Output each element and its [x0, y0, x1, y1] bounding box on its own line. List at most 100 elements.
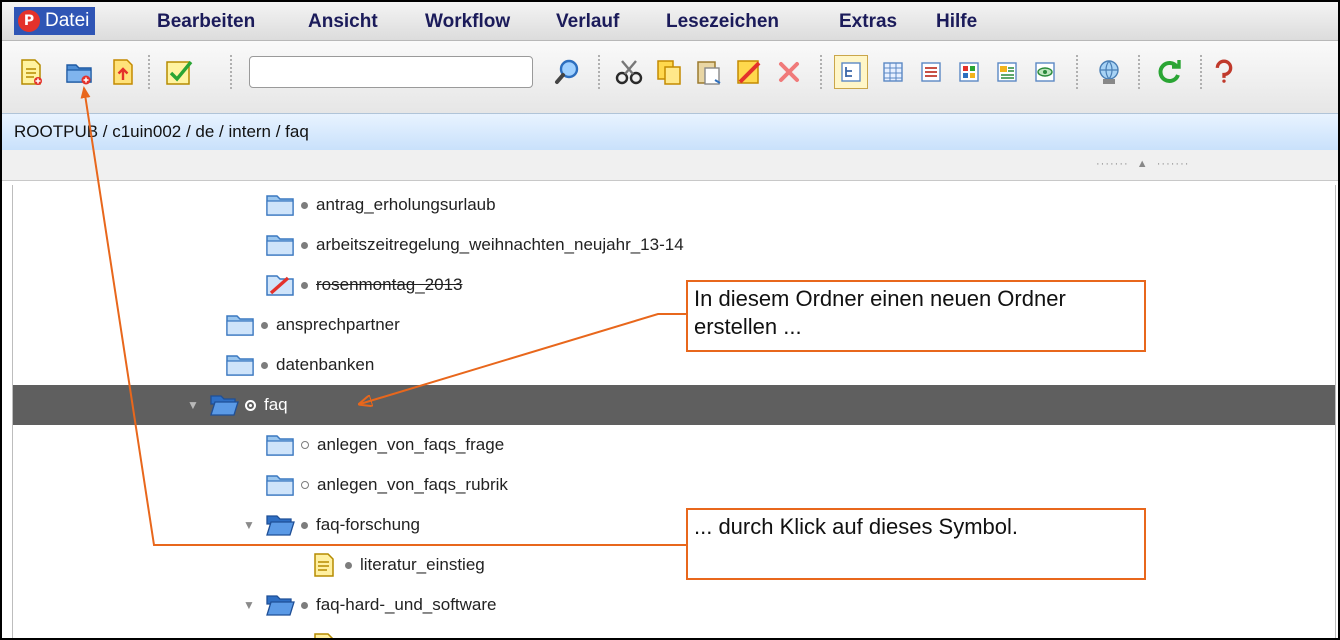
tree-row[interactable]: ▼ faq-hard-_und_software [13, 585, 1335, 625]
help-icon [1215, 59, 1233, 83]
menu-workflow[interactable]: Workflow [425, 10, 510, 34]
toolbar-separator [598, 55, 602, 89]
tree-item-label[interactable]: ansprechpartner [276, 315, 400, 335]
delete-button[interactable] [772, 55, 806, 89]
deleted-folder-icon [265, 271, 295, 299]
tree-row[interactable]: ▼ faq [13, 385, 1335, 425]
tree-row[interactable]: anlegen_von_faqs_frage [13, 425, 1335, 465]
tree-row[interactable]: arbeitszeitregelung_weihnachten_neujahr_… [13, 225, 1335, 265]
breadcrumb-path[interactable]: ROOTPUB / c1uin002 / de / intern / faq [14, 122, 309, 142]
refresh-button[interactable] [1152, 55, 1186, 89]
folder-icon [265, 191, 295, 219]
status-dot-icon [245, 399, 256, 411]
tree-item-label[interactable]: rosenmontag_2013 [316, 275, 463, 295]
copy-button[interactable] [652, 55, 686, 89]
toolbar-separator [1200, 55, 1204, 89]
panel-splitter[interactable]: ······· ▲ ······· [2, 150, 1338, 181]
menu-hilfe[interactable]: Hilfe [936, 10, 977, 34]
new-page-button[interactable] [14, 55, 48, 89]
preview-icon [1035, 62, 1055, 82]
cut-button[interactable] [612, 55, 646, 89]
publish-icon [1099, 60, 1119, 84]
copy-icon [657, 60, 681, 85]
tree-item-label[interactable]: beamer [360, 635, 418, 638]
toolbar-separator [1076, 55, 1080, 89]
tiles-view-button[interactable] [952, 55, 986, 89]
status-dot-icon [301, 441, 309, 449]
columns-view-icon [883, 62, 903, 82]
new-folder-button[interactable] [62, 55, 96, 89]
menu-bearbeiten[interactable]: Bearbeiten [157, 10, 255, 34]
tree-item-label[interactable]: antrag_erholungsurlaub [316, 195, 496, 215]
paste-icon [697, 61, 721, 85]
paste-button[interactable] [692, 55, 726, 89]
upload-button[interactable] [106, 55, 140, 89]
search-input[interactable] [249, 56, 533, 88]
tree-row[interactable]: beamer [13, 625, 1335, 638]
detail-view-icon [997, 62, 1017, 82]
menu-bar: P Datei Bearbeiten Ansicht Workflow Verl… [2, 2, 1338, 41]
tree-item-label[interactable]: datenbanken [276, 355, 374, 375]
splitter-grip-icon[interactable]: ······· ▲ ······· [1096, 158, 1189, 170]
tree-item-label[interactable]: literatur_einstieg [360, 555, 485, 575]
detail-view-button[interactable] [990, 55, 1024, 89]
menu-ansicht[interactable]: Ansicht [308, 10, 378, 34]
columns-view-button[interactable] [876, 55, 910, 89]
menu-datei[interactable]: P Datei [14, 7, 96, 35]
tree-item-label[interactable]: faq [264, 395, 288, 415]
preview-button[interactable] [1028, 55, 1062, 89]
app-window: P Datei Bearbeiten Ansicht Workflow Verl… [0, 0, 1340, 640]
folder-icon [225, 311, 255, 339]
search-icon [555, 59, 579, 84]
tree-view-button[interactable] [834, 55, 868, 89]
publish-button[interactable] [1092, 55, 1126, 89]
menu-datei-label: Datei [45, 10, 90, 31]
edit-button[interactable] [732, 55, 766, 89]
menu-verlauf[interactable]: Verlauf [556, 10, 619, 34]
toolbar-separator [1138, 55, 1142, 89]
more-button[interactable] [1214, 55, 1234, 89]
new-folder-icon [66, 64, 92, 85]
status-dot-icon [301, 241, 308, 249]
edit-icon [737, 60, 761, 84]
page-icon [309, 551, 339, 579]
search-button[interactable] [551, 55, 585, 89]
tree-item-label[interactable]: faq-hard-_und_software [316, 595, 497, 615]
status-dot-icon [301, 281, 308, 289]
tree-row[interactable]: antrag_erholungsurlaub [13, 185, 1335, 225]
tree-item-label[interactable]: faq-forschung [316, 515, 420, 535]
menu-lesezeichen[interactable]: Lesezeichen [666, 10, 779, 34]
open-folder-icon [265, 591, 295, 619]
cut-icon [615, 60, 643, 85]
upload-icon [113, 59, 133, 85]
list-view-icon [921, 62, 941, 82]
list-view-button[interactable] [914, 55, 948, 89]
status-dot-icon [301, 601, 308, 609]
tree-item-label[interactable]: arbeitszeitregelung_weihnachten_neujahr_… [316, 235, 684, 255]
page-icon [309, 631, 339, 638]
status-dot-icon [261, 361, 268, 369]
expand-toggle-icon[interactable]: ▼ [241, 598, 257, 612]
tree-view-icon [841, 62, 861, 82]
status-dot-icon [301, 521, 308, 529]
callout-first: In diesem Ordner einen neuen Ordner erst… [686, 280, 1146, 352]
open-folder-icon [209, 391, 239, 419]
new-page-icon [21, 59, 42, 85]
tree-row[interactable]: anlegen_von_faqs_rubrik [13, 465, 1335, 505]
approve-icon [166, 60, 193, 85]
folder-icon [225, 351, 255, 379]
breadcrumb: ROOTPUB / c1uin002 / de / intern / faq [2, 114, 1338, 150]
toolbar-separator [230, 55, 234, 89]
tree-item-label[interactable]: anlegen_von_faqs_frage [317, 435, 504, 455]
menu-extras[interactable]: Extras [839, 10, 897, 34]
folder-icon [265, 231, 295, 259]
status-dot-icon [301, 481, 309, 489]
tree-item-label[interactable]: anlegen_von_faqs_rubrik [317, 475, 508, 495]
expand-toggle-icon[interactable]: ▼ [185, 398, 201, 412]
expand-toggle-icon[interactable]: ▼ [241, 518, 257, 532]
toolbar-separator [820, 55, 824, 89]
toolbar [2, 41, 1338, 114]
status-dot-icon [261, 321, 268, 329]
approve-button[interactable] [162, 55, 196, 89]
refresh-icon [1158, 60, 1181, 83]
